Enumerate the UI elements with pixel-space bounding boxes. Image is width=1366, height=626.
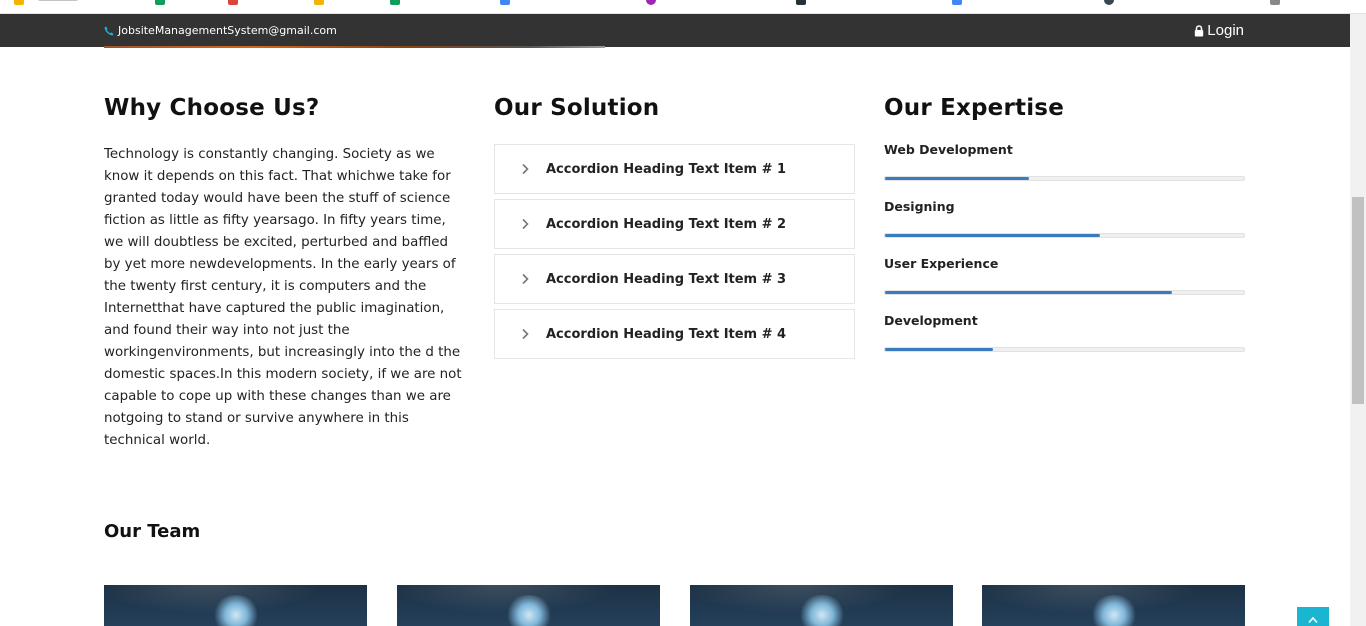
lock-icon xyxy=(1195,24,1204,36)
team-member-image xyxy=(104,585,367,626)
chevron-right-icon xyxy=(522,328,529,340)
team-member-image xyxy=(690,585,953,626)
why-choose-us-text: Technology is constantly changing. Socie… xyxy=(104,147,462,448)
chevron-right-icon xyxy=(522,273,529,285)
skill-label: User Experience xyxy=(884,256,999,271)
progress-fill xyxy=(885,177,1029,180)
accordion-heading: Accordion Heading Text Item # 2 xyxy=(546,216,787,232)
top-bar: JobsiteManagementSystem@gmail.com Login xyxy=(0,14,1350,47)
back-to-top-button[interactable] xyxy=(1297,607,1329,626)
skill-label: Designing xyxy=(884,199,955,214)
chevron-right-icon xyxy=(522,218,529,230)
solution-accordion: Accordion Heading Text Item # 1 Accordio… xyxy=(494,144,855,364)
progress-track xyxy=(884,347,1245,352)
accordion-heading: Accordion Heading Text Item # 4 xyxy=(546,326,787,342)
email-text: JobsiteManagementSystem@gmail.com xyxy=(118,24,337,37)
bookmark-icon[interactable] xyxy=(390,0,400,5)
accordion-item[interactable]: Accordion Heading Text Item # 4 xyxy=(494,309,855,359)
skill-row: Designing xyxy=(884,199,1245,256)
skill-label: Web Development xyxy=(884,142,1013,157)
progress-fill xyxy=(885,348,993,351)
phone-icon xyxy=(104,26,114,35)
login-link[interactable]: Login xyxy=(1194,14,1244,47)
bookmark-icon[interactable] xyxy=(500,0,510,5)
login-label: Login xyxy=(1207,22,1244,39)
skill-label: Development xyxy=(884,313,978,328)
bookmark-icon[interactable] xyxy=(646,0,656,5)
banner-image-edge xyxy=(104,46,605,48)
chevron-right-icon xyxy=(522,163,529,175)
accordion-item[interactable]: Accordion Heading Text Item # 3 xyxy=(494,254,855,304)
team-member-image xyxy=(397,585,660,626)
progress-track xyxy=(884,290,1245,295)
accordion-heading: Accordion Heading Text Item # 1 xyxy=(546,161,787,177)
progress-fill xyxy=(885,291,1173,294)
our-solution-heading: Our Solution xyxy=(494,95,660,121)
skill-row: Web Development xyxy=(884,142,1245,199)
browser-bookmark-bar xyxy=(0,0,1366,14)
accordion-heading: Accordion Heading Text Item # 3 xyxy=(546,271,787,287)
team-member-image xyxy=(982,585,1245,626)
our-expertise-heading: Our Expertise xyxy=(884,95,1064,121)
page-scrollbar[interactable] xyxy=(1350,14,1366,626)
bookmark-icon[interactable] xyxy=(796,0,806,5)
bookmark-icon[interactable] xyxy=(314,0,324,5)
progress-fill xyxy=(885,234,1101,237)
bookmark-icon[interactable] xyxy=(1270,0,1280,5)
scrollbar-thumb[interactable] xyxy=(1352,197,1364,404)
skill-row: User Experience xyxy=(884,256,1245,313)
skill-row: Development xyxy=(884,313,1245,370)
bookmark-icon[interactable] xyxy=(1104,0,1114,5)
bookmark-icon[interactable] xyxy=(952,0,962,5)
bookmark-item[interactable] xyxy=(38,0,78,1)
progress-track xyxy=(884,176,1245,181)
expertise-skills: Web Development Designing User Experienc… xyxy=(884,142,1245,370)
why-choose-us-heading: Why Choose Us? xyxy=(104,95,320,121)
progress-track xyxy=(884,233,1245,238)
bookmark-icon[interactable] xyxy=(14,0,24,5)
contact-email[interactable]: JobsiteManagementSystem@gmail.com xyxy=(104,14,337,47)
our-team-heading: Our Team xyxy=(104,521,201,542)
chevron-up-icon xyxy=(1308,616,1318,624)
bookmark-icon[interactable] xyxy=(155,0,165,5)
bookmark-icon[interactable] xyxy=(228,0,238,5)
accordion-item[interactable]: Accordion Heading Text Item # 1 xyxy=(494,144,855,194)
accordion-item[interactable]: Accordion Heading Text Item # 2 xyxy=(494,199,855,249)
